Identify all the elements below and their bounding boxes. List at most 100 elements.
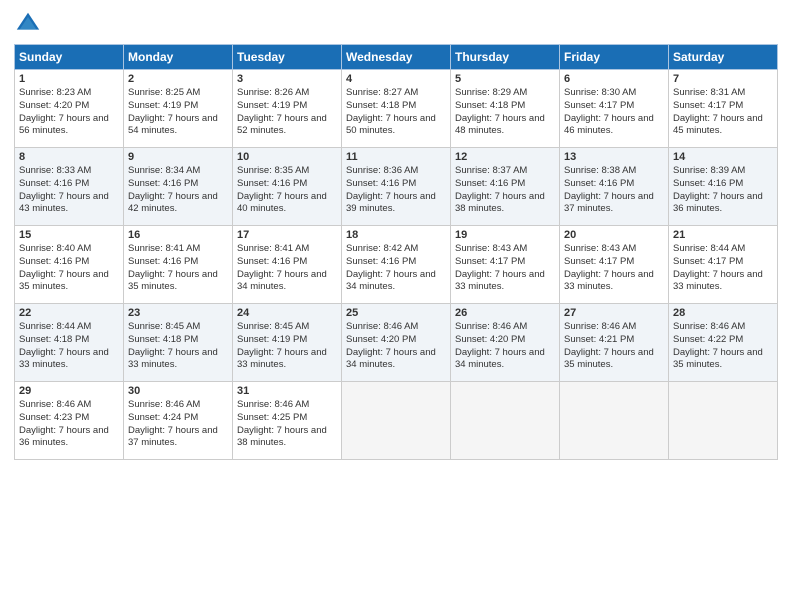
calendar-cell: 3 Sunrise: 8:26 AMSunset: 4:19 PMDaylight…	[233, 70, 342, 148]
header	[14, 10, 778, 38]
cell-content: Sunrise: 8:41 AMSunset: 4:16 PMDaylight:…	[128, 243, 228, 294]
day-number: 9	[128, 151, 228, 163]
calendar-cell: 14Sunrise: 8:39 AMSunset: 4:16 PMDayligh…	[669, 148, 778, 226]
calendar-cell: 20Sunrise: 8:43 AMSunset: 4:17 PMDayligh…	[560, 226, 669, 304]
cell-content: Sunrise: 8:34 AMSunset: 4:16 PMDaylight:…	[128, 165, 228, 216]
weekday-header: Sunday	[15, 45, 124, 70]
calendar-cell: 16 Sunrise: 8:41 AMSunset: 4:16 PMDayligh…	[124, 226, 233, 304]
calendar-cell: 24Sunrise: 8:45 AMSunset: 4:19 PMDayligh…	[233, 304, 342, 382]
calendar-table: SundayMondayTuesdayWednesdayThursdayFrid…	[14, 44, 778, 460]
logo	[14, 10, 44, 38]
calendar-week-row: 8Sunrise: 8:33 AMSunset: 4:16 PMDaylight…	[15, 148, 778, 226]
calendar-week-row: 15 Sunrise: 8:40 AMSunset: 4:16 PMDayligh…	[15, 226, 778, 304]
cell-content: Sunrise: 8:43 AMSunset: 4:17 PMDaylight:…	[455, 243, 555, 294]
day-number: 29	[19, 385, 119, 397]
cell-content: Sunrise: 8:37 AMSunset: 4:16 PMDaylight:…	[455, 165, 555, 216]
weekday-header: Wednesday	[342, 45, 451, 70]
calendar-cell: 11 Sunrise: 8:36 AMSunset: 4:16 PMDayligh…	[342, 148, 451, 226]
calendar-cell: 5 Sunrise: 8:29 AMSunset: 4:18 PMDaylight…	[451, 70, 560, 148]
calendar-cell	[669, 382, 778, 460]
calendar-cell: 10 Sunrise: 8:35 AMSunset: 4:16 PMDayligh…	[233, 148, 342, 226]
calendar-cell	[451, 382, 560, 460]
cell-content: Sunrise: 8:39 AMSunset: 4:16 PMDaylight:…	[673, 165, 773, 216]
day-number: 3	[237, 73, 337, 85]
day-number: 23	[128, 307, 228, 319]
logo-icon	[14, 10, 42, 38]
calendar-week-row: 29 Sunrise: 8:46 AMSunset: 4:23 PMDayligh…	[15, 382, 778, 460]
cell-content: Sunrise: 8:33 AMSunset: 4:16 PMDaylight:…	[19, 165, 119, 216]
calendar-cell: 12 Sunrise: 8:37 AMSunset: 4:16 PMDayligh…	[451, 148, 560, 226]
calendar-cell: 6Sunrise: 8:30 AMSunset: 4:17 PMDaylight…	[560, 70, 669, 148]
day-number: 1	[19, 73, 119, 85]
calendar-cell: 7 Sunrise: 8:31 AMSunset: 4:17 PMDaylight…	[669, 70, 778, 148]
day-number: 30	[128, 385, 228, 397]
cell-content: Sunrise: 8:26 AMSunset: 4:19 PMDaylight:…	[237, 87, 337, 138]
calendar-cell: 17 Sunrise: 8:41 AMSunset: 4:16 PMDayligh…	[233, 226, 342, 304]
calendar-cell	[342, 382, 451, 460]
cell-content: Sunrise: 8:35 AMSunset: 4:16 PMDaylight:…	[237, 165, 337, 216]
cell-content: Sunrise: 8:31 AMSunset: 4:17 PMDaylight:…	[673, 87, 773, 138]
day-number: 22	[19, 307, 119, 319]
calendar-cell: 15 Sunrise: 8:40 AMSunset: 4:16 PMDayligh…	[15, 226, 124, 304]
day-number: 7	[673, 73, 773, 85]
calendar-cell: 26Sunrise: 8:46 AMSunset: 4:20 PMDayligh…	[451, 304, 560, 382]
calendar-cell: 21Sunrise: 8:44 AMSunset: 4:17 PMDayligh…	[669, 226, 778, 304]
cell-content: Sunrise: 8:29 AMSunset: 4:18 PMDaylight:…	[455, 87, 555, 138]
day-number: 16	[128, 229, 228, 241]
calendar-cell: 4 Sunrise: 8:27 AMSunset: 4:18 PMDaylight…	[342, 70, 451, 148]
calendar-cell: 23 Sunrise: 8:45 AMSunset: 4:18 PMDayligh…	[124, 304, 233, 382]
cell-content: Sunrise: 8:41 AMSunset: 4:16 PMDaylight:…	[237, 243, 337, 294]
day-number: 13	[564, 151, 664, 163]
day-number: 17	[237, 229, 337, 241]
day-number: 27	[564, 307, 664, 319]
day-number: 19	[455, 229, 555, 241]
calendar-cell: 13 Sunrise: 8:38 AMSunset: 4:16 PMDayligh…	[560, 148, 669, 226]
cell-content: Sunrise: 8:27 AMSunset: 4:18 PMDaylight:…	[346, 87, 446, 138]
calendar-cell: 30 Sunrise: 8:46 AMSunset: 4:24 PMDayligh…	[124, 382, 233, 460]
calendar-cell	[560, 382, 669, 460]
cell-content: Sunrise: 8:36 AMSunset: 4:16 PMDaylight:…	[346, 165, 446, 216]
cell-content: Sunrise: 8:45 AMSunset: 4:18 PMDaylight:…	[128, 321, 228, 372]
weekday-header: Thursday	[451, 45, 560, 70]
cell-content: Sunrise: 8:40 AMSunset: 4:16 PMDaylight:…	[19, 243, 119, 294]
calendar-cell: 28Sunrise: 8:46 AMSunset: 4:22 PMDayligh…	[669, 304, 778, 382]
weekday-header: Saturday	[669, 45, 778, 70]
calendar-header-row: SundayMondayTuesdayWednesdayThursdayFrid…	[15, 45, 778, 70]
weekday-header: Tuesday	[233, 45, 342, 70]
day-number: 25	[346, 307, 446, 319]
calendar-cell: 25 Sunrise: 8:46 AMSunset: 4:20 PMDayligh…	[342, 304, 451, 382]
cell-content: Sunrise: 8:46 AMSunset: 4:22 PMDaylight:…	[673, 321, 773, 372]
calendar-cell: 1 Sunrise: 8:23 AMSunset: 4:20 PMDaylight…	[15, 70, 124, 148]
cell-content: Sunrise: 8:25 AMSunset: 4:19 PMDaylight:…	[128, 87, 228, 138]
cell-content: Sunrise: 8:30 AMSunset: 4:17 PMDaylight:…	[564, 87, 664, 138]
day-number: 12	[455, 151, 555, 163]
cell-content: Sunrise: 8:44 AMSunset: 4:18 PMDaylight:…	[19, 321, 119, 372]
day-number: 5	[455, 73, 555, 85]
cell-content: Sunrise: 8:44 AMSunset: 4:17 PMDaylight:…	[673, 243, 773, 294]
cell-content: Sunrise: 8:23 AMSunset: 4:20 PMDaylight:…	[19, 87, 119, 138]
day-number: 15	[19, 229, 119, 241]
calendar-week-row: 1 Sunrise: 8:23 AMSunset: 4:20 PMDaylight…	[15, 70, 778, 148]
day-number: 10	[237, 151, 337, 163]
day-number: 11	[346, 151, 446, 163]
calendar-cell: 2 Sunrise: 8:25 AMSunset: 4:19 PMDaylight…	[124, 70, 233, 148]
day-number: 2	[128, 73, 228, 85]
weekday-header: Monday	[124, 45, 233, 70]
weekday-header: Friday	[560, 45, 669, 70]
cell-content: Sunrise: 8:46 AMSunset: 4:20 PMDaylight:…	[346, 321, 446, 372]
calendar-cell: 31 Sunrise: 8:46 AMSunset: 4:25 PMDayligh…	[233, 382, 342, 460]
cell-content: Sunrise: 8:46 AMSunset: 4:25 PMDaylight:…	[237, 399, 337, 450]
cell-content: Sunrise: 8:46 AMSunset: 4:24 PMDaylight:…	[128, 399, 228, 450]
day-number: 4	[346, 73, 446, 85]
page: SundayMondayTuesdayWednesdayThursdayFrid…	[0, 0, 792, 612]
day-number: 31	[237, 385, 337, 397]
calendar-cell: 27 Sunrise: 8:46 AMSunset: 4:21 PMDayligh…	[560, 304, 669, 382]
day-number: 18	[346, 229, 446, 241]
cell-content: Sunrise: 8:46 AMSunset: 4:23 PMDaylight:…	[19, 399, 119, 450]
cell-content: Sunrise: 8:43 AMSunset: 4:17 PMDaylight:…	[564, 243, 664, 294]
cell-content: Sunrise: 8:45 AMSunset: 4:19 PMDaylight:…	[237, 321, 337, 372]
cell-content: Sunrise: 8:46 AMSunset: 4:21 PMDaylight:…	[564, 321, 664, 372]
calendar-cell: 19 Sunrise: 8:43 AMSunset: 4:17 PMDayligh…	[451, 226, 560, 304]
cell-content: Sunrise: 8:38 AMSunset: 4:16 PMDaylight:…	[564, 165, 664, 216]
day-number: 26	[455, 307, 555, 319]
